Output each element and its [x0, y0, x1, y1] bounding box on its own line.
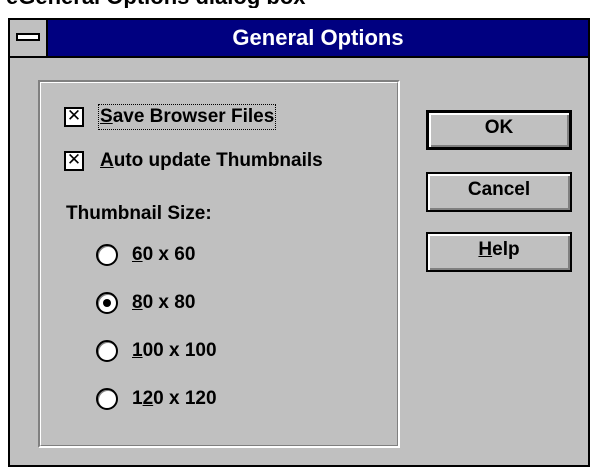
- radio-label-accel: 8: [132, 292, 143, 313]
- save-browser-files-label[interactable]: Save Browser Files: [97, 104, 277, 130]
- help-button[interactable]: Help: [426, 232, 572, 272]
- radio-60x60-label[interactable]: 60 x 60: [132, 244, 195, 266]
- radio-80x80-label[interactable]: 80 x 80: [132, 292, 195, 314]
- radio-label-accel: 6: [132, 244, 143, 265]
- auto-update-thumbnails-accel: A: [100, 150, 114, 171]
- general-options-dialog: General Options ✕ Save Browser Files ✕ A…: [8, 18, 590, 467]
- thumbnail-size-heading: Thumbnail Size:: [66, 203, 212, 224]
- cancel-button[interactable]: Cancel: [426, 172, 572, 212]
- page-caption: eGeneral Options dialog box: [0, 0, 598, 8]
- radio-60x60[interactable]: [96, 244, 118, 266]
- system-menu-button[interactable]: [10, 20, 48, 56]
- checkbox-check-icon: ✕: [66, 150, 82, 170]
- radio-120x120-label[interactable]: 120 x 120: [132, 388, 217, 410]
- save-browser-files-accel: S: [100, 106, 113, 127]
- auto-update-thumbnails-label[interactable]: Auto update Thumbnails: [100, 150, 323, 172]
- system-menu-icon: [16, 33, 40, 41]
- auto-update-thumbnails-text: uto update Thumbnails: [113, 150, 323, 171]
- radio-120x120[interactable]: [96, 388, 118, 410]
- radio-100x100[interactable]: [96, 340, 118, 362]
- radio-80x80[interactable]: [96, 292, 118, 314]
- save-browser-files-checkbox[interactable]: ✕: [64, 107, 84, 127]
- radio-100x100-label[interactable]: 100 x 100: [132, 340, 217, 362]
- radio-label-post: 0 x 60: [142, 244, 196, 265]
- window-title: General Options: [232, 25, 404, 50]
- radio-label-accel: 1: [132, 340, 143, 361]
- title-bar: General Options: [10, 20, 588, 58]
- radio-label-post: 0 x 120: [153, 388, 217, 409]
- radio-label-accel: 2: [142, 388, 154, 409]
- help-text: elp: [492, 239, 520, 260]
- radio-selected-dot: [103, 299, 111, 307]
- options-group: [38, 80, 400, 448]
- options-group-frame: [40, 82, 398, 446]
- auto-update-thumbnails-checkbox[interactable]: ✕: [64, 151, 84, 171]
- help-accel: H: [478, 239, 493, 260]
- radio-label-post: 00 x 100: [142, 340, 217, 361]
- save-browser-files-text: ave Browser Files: [112, 106, 275, 127]
- radio-label-post: 0 x 80: [142, 292, 196, 313]
- radio-label-pre: 1: [132, 388, 143, 409]
- checkbox-check-icon: ✕: [66, 106, 82, 126]
- ok-button[interactable]: OK: [426, 110, 572, 150]
